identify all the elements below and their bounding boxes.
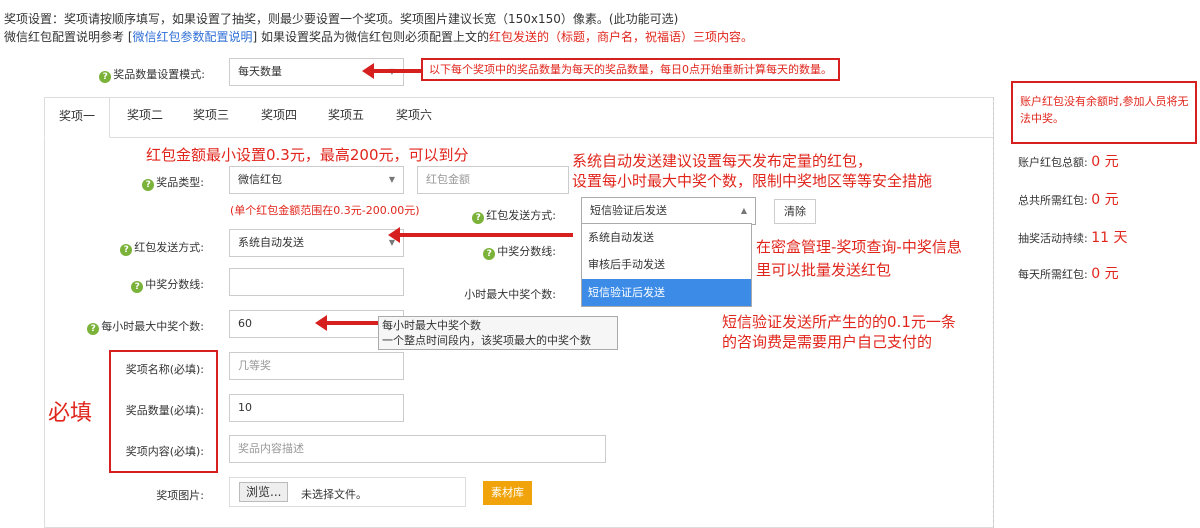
send-method-right-select[interactable]: 短信验证后发送 ▲ [581,197,756,225]
help-icon[interactable]: ? [483,248,496,260]
send-method-dropdown: 系统自动发送 审核后手动发送 短信验证后发送 [581,223,752,307]
dropdown-option[interactable]: 系统自动发送 [582,224,751,251]
config-doc-link[interactable]: 微信红包参数配置说明 [133,30,253,44]
stat-total-needed: 总共所需红包: 0 元 [1018,192,1119,208]
annotation-manage-2: 里可以批量发送红包 [756,261,892,279]
tab-strip-divider [110,137,993,138]
name-label: 奖项名称(必填): [125,363,204,376]
send-method-select[interactable]: 系统自动发送▼ [229,229,404,257]
annotation-sms-2: 的咨询费是需要用户自己支付的 [722,333,933,351]
tab-6[interactable]: 奖项六 [396,97,432,137]
score-label: ? 中奖分数线: [100,276,204,293]
chevron-up-icon: ▲ [740,206,747,215]
prize-type-label: ? 奖品类型: [100,174,204,191]
dropdown-option[interactable]: 审核后手动发送 [582,251,751,279]
stat-daily-needed: 每天所需红包: 0 元 [1018,266,1119,282]
arrow-icon [315,315,385,331]
tooltip-text: 一个整点时间段内，该奖项最大的中奖个数 [382,334,591,347]
clear-button[interactable]: 清除 [774,199,816,224]
header-line-2-warning: 红包发送的（标题，商户名，祝福语）三项内容。 [489,30,754,44]
hourly-label: ? 每小时最大中奖个数: [70,318,204,335]
annotation-auto-send-2: 设置每小时最大中奖个数，限制中奖地区等等安全措施 [572,172,933,190]
score-input[interactable] [229,268,404,296]
no-file-text: 未选择文件。 [301,488,367,501]
help-icon[interactable]: ? [87,323,100,335]
tab-panel-right-border [993,97,994,528]
content-label: 奖项内容(必填): [125,445,204,458]
hourly-right-label: 小时最大中奖个数: [464,288,556,301]
header-line-2-mid: ] 如果设置奖品为微信红包则必须配置上文的 [252,30,490,44]
prize-type-select[interactable]: 微信红包 ▼ [229,166,404,194]
qty-label: 奖品数量(必填): [125,404,204,417]
balance-warning: 账户红包没有余额时,参加人员将无法中奖。 [1011,81,1197,144]
dropdown-option-selected[interactable]: 短信验证后发送 [582,279,751,306]
content-input[interactable]: 奖品内容描述 [229,435,606,463]
send-method-right-label: ? 红包发送方式: [450,207,556,224]
arrow-icon [388,227,573,243]
tab-2[interactable]: 奖项二 [127,97,163,137]
amount-hint: (单个红包金额范围在0.3元-200.00元) [230,204,420,217]
tab-3[interactable]: 奖项三 [193,97,229,137]
amount-input[interactable]: 红包金额 [417,166,569,194]
score-right-label: ? 中奖分数线: [456,243,556,260]
mode-label: ? 奖品数量设置模式: [80,66,205,83]
annotation-required: 必填 [48,401,93,426]
annotation-min-amount: 红包金额最小设置0.3元，最高200元，可以到分 [146,146,469,164]
header-line-2-prefix: 微信红包配置说明参考 [ [4,30,133,44]
header-line-1: 奖项设置：奖项请按顺序填写，如果设置了抽奖，则最少要设置一个奖项。奖项图片建议长… [4,12,679,26]
tooltip-title: 每小时最大中奖个数 [382,319,481,332]
help-icon[interactable]: ? [142,179,155,191]
help-icon[interactable]: ? [120,244,133,256]
library-button[interactable]: 素材库 [483,481,532,505]
annotation-sms-1: 短信验证发送所产生的的0.1元一条 [722,313,956,331]
browse-button[interactable]: 浏览... [239,482,289,502]
stat-account-total: 账户红包总额: 0 元 [1018,154,1119,170]
qty-input[interactable]: 10 [229,394,404,422]
hourly-tooltip: 每小时最大中奖个数 一个整点时间段内，该奖项最大的中奖个数 [378,316,618,350]
tab-5[interactable]: 奖项五 [328,97,364,137]
send-method-label: ? 红包发送方式: [100,239,204,256]
help-icon[interactable]: ? [131,281,144,293]
chevron-down-icon: ▼ [388,175,395,184]
stat-duration: 抽奖活动持续: 11 天 [1018,230,1128,246]
annotation-auto-send-1: 系统自动发送建议设置每天发布定量的红包， [572,152,873,170]
tab-4[interactable]: 奖项四 [261,97,297,137]
image-label: 奖项图片: [156,489,204,502]
name-input[interactable]: 几等奖 [229,352,404,380]
help-icon[interactable]: ? [472,212,485,224]
help-icon[interactable]: ? [99,71,112,83]
annotation-manage-1: 在密盒管理-奖项查询-中奖信息 [756,238,962,256]
mode-note: 以下每个奖项中的奖品数量为每天的奖品数量，每日0点开始重新计算每天的数量。 [421,58,840,81]
arrow-icon [362,63,422,79]
header-line-2: 微信红包配置说明参考 [微信红包参数配置说明] 如果设置奖品为微信红包则必须配置… [4,28,753,45]
tab-1[interactable]: 奖项一 [44,97,110,138]
